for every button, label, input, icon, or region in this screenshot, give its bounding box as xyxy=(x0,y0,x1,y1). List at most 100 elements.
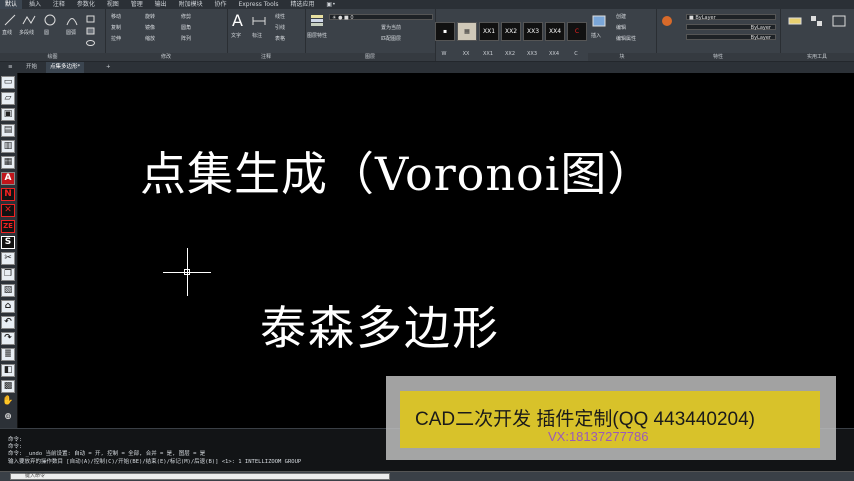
save-icon[interactable]: ▣ xyxy=(1,108,15,121)
block-thumb-xx3[interactable]: XX3 xyxy=(523,22,543,41)
menu-view[interactable]: 视图 xyxy=(102,0,124,9)
annot-leader[interactable]: 引线 xyxy=(275,25,285,32)
linetype-dropdown[interactable]: ByLayer xyxy=(686,24,776,31)
menu-collaborate[interactable]: 协作 xyxy=(210,0,232,9)
zoom-icon[interactable]: ⊕ xyxy=(1,412,15,425)
paste-icon[interactable]: ▧ xyxy=(1,284,15,297)
match-icon[interactable]: ⌂ xyxy=(1,300,15,313)
tab-point-set-polygon[interactable]: 点集多边形* xyxy=(46,62,85,73)
annot-text-label[interactable]: 文字 xyxy=(231,33,241,40)
line-icon[interactable] xyxy=(4,14,16,26)
modify-scale[interactable]: 缩放 xyxy=(145,36,155,43)
modify-copy[interactable]: 复制 xyxy=(111,25,121,32)
text-tool-icon[interactable]: A xyxy=(232,11,243,30)
modify-stretch[interactable]: 拉伸 xyxy=(111,36,121,43)
modify-fillet[interactable]: 圆角 xyxy=(181,25,191,32)
pan-hand-icon[interactable]: ✋ xyxy=(1,396,15,409)
layers-icon[interactable]: ≣ xyxy=(1,348,15,361)
modify-array[interactable]: 阵列 xyxy=(181,36,191,43)
modify-move[interactable]: 移动 xyxy=(111,14,121,21)
print-icon[interactable]: ▤ xyxy=(1,124,15,137)
rectangle-icon[interactable] xyxy=(86,15,95,23)
new-tab-plus-icon[interactable]: + xyxy=(102,62,115,73)
export-icon[interactable]: ▦ xyxy=(1,156,15,169)
block-thumb-xx3-text: XX3 xyxy=(526,28,540,35)
dimension-icon[interactable] xyxy=(252,15,266,27)
tool-ze-icon[interactable]: ZE xyxy=(1,220,15,233)
layer-dropdown[interactable]: ☀ ● ■ 0 xyxy=(329,14,433,21)
scissors-icon[interactable]: ✂ xyxy=(1,252,15,265)
menu-default[interactable]: 默认 xyxy=(0,0,23,9)
view-icon[interactable] xyxy=(832,15,846,27)
new-file-icon[interactable]: ▭ xyxy=(1,76,15,89)
menu-addins[interactable]: 附加模块 xyxy=(174,0,208,9)
ribbon-group-layer-label: 图层 xyxy=(305,53,435,61)
tab-start[interactable]: 开始 xyxy=(22,62,41,73)
match-properties-icon[interactable] xyxy=(660,15,674,27)
arc-icon[interactable] xyxy=(66,14,78,26)
redo-icon[interactable]: ↷ xyxy=(1,332,15,345)
menu-manage[interactable]: 管理 xyxy=(126,0,148,9)
annot-dimension-label[interactable]: 标注 xyxy=(252,33,262,40)
menu-annotate[interactable]: 注释 xyxy=(48,0,70,9)
layer-properties-label[interactable]: 图层特性 xyxy=(307,33,327,40)
menu-insert[interactable]: 插入 xyxy=(24,0,46,9)
draw-circle-label[interactable]: 圆 xyxy=(44,30,49,37)
draw-line-label[interactable]: 直线 xyxy=(2,30,12,37)
drawing-canvas[interactable] xyxy=(18,73,854,428)
block-thumb-xx2[interactable]: XX2 xyxy=(501,22,521,41)
circle-icon[interactable] xyxy=(44,14,56,26)
menu-featured-apps[interactable]: 精选应用 xyxy=(285,0,319,9)
color-dropdown[interactable]: ■ ByLayer xyxy=(686,14,776,21)
tool-x-icon[interactable]: ✕ xyxy=(1,204,15,217)
ribbon-group-annotation-label: 注释 xyxy=(227,53,305,61)
draw-arc-label[interactable]: 圆弧 xyxy=(66,30,76,37)
block-thumb-xx1[interactable]: XX1 xyxy=(479,22,499,41)
polyline-icon[interactable] xyxy=(22,14,36,26)
tool-s-icon[interactable]: S xyxy=(1,236,15,249)
measure-icon[interactable] xyxy=(788,15,802,27)
menu-extra[interactable]: ▣• xyxy=(321,0,340,9)
layer-match[interactable]: 匹配图层 xyxy=(381,36,401,43)
menu-parametric[interactable]: 参数化 xyxy=(72,0,100,9)
block-thumb-xx[interactable]: ▦ xyxy=(457,22,477,41)
block-insert-label[interactable]: 插入 xyxy=(591,33,601,40)
layer-set-current[interactable]: 置为当前 xyxy=(381,25,401,32)
lineweight-dropdown-value: ByLayer xyxy=(750,35,771,41)
color-dropdown-value: ByLayer xyxy=(695,15,716,21)
hamburger-icon[interactable]: ≡ xyxy=(4,62,17,73)
layer-properties-icon[interactable] xyxy=(309,13,325,27)
block-thumb-c[interactable]: C xyxy=(567,22,587,41)
menu-express-tools[interactable]: Express Tools xyxy=(233,0,283,9)
ellipse-icon[interactable] xyxy=(86,39,95,47)
insert-block-icon[interactable] xyxy=(592,15,606,27)
ribbon-group-block-label: 块 xyxy=(588,53,656,61)
plot-icon[interactable]: ▥ xyxy=(1,140,15,153)
lineweight-dropdown[interactable]: ByLayer xyxy=(686,34,776,41)
block-edit[interactable]: 编辑 xyxy=(616,25,626,32)
modify-rotate[interactable]: 旋转 xyxy=(145,14,155,21)
block-thumb-xx4[interactable]: XX4 xyxy=(545,22,565,41)
block-create[interactable]: 创建 xyxy=(616,14,626,21)
tool-a-icon[interactable]: A xyxy=(1,172,15,185)
annot-linear[interactable]: 线性 xyxy=(275,14,285,21)
ribbon-group-properties: ■ ByLayer ByLayer ByLayer 特性 xyxy=(656,9,781,61)
block-thumb-w[interactable]: ▪ xyxy=(435,22,455,41)
copy-icon[interactable]: ❐ xyxy=(1,268,15,281)
open-folder-icon[interactable]: ▱ xyxy=(1,92,15,105)
crosshair-pickbox xyxy=(184,269,190,275)
draw-polyline-label[interactable]: 多段线 xyxy=(19,30,34,37)
annot-table[interactable]: 表格 xyxy=(275,36,285,43)
block-thumb-xx4-text: XX4 xyxy=(548,28,562,35)
undo-icon[interactable]: ↶ xyxy=(1,316,15,329)
hatch-icon[interactable] xyxy=(86,27,95,35)
block-edit-attributes[interactable]: 编辑属性 xyxy=(616,36,636,43)
modify-trim[interactable]: 修剪 xyxy=(181,14,191,21)
menu-output[interactable]: 输出 xyxy=(150,0,172,9)
group-icon[interactable] xyxy=(810,15,824,27)
command-input[interactable]: 键入命令 xyxy=(10,473,390,480)
properties-icon[interactable]: ◧ xyxy=(1,364,15,377)
tool-n-icon[interactable]: N xyxy=(1,188,15,201)
modify-mirror[interactable]: 镜像 xyxy=(145,25,155,32)
calc-icon[interactable]: ▩ xyxy=(1,380,15,393)
